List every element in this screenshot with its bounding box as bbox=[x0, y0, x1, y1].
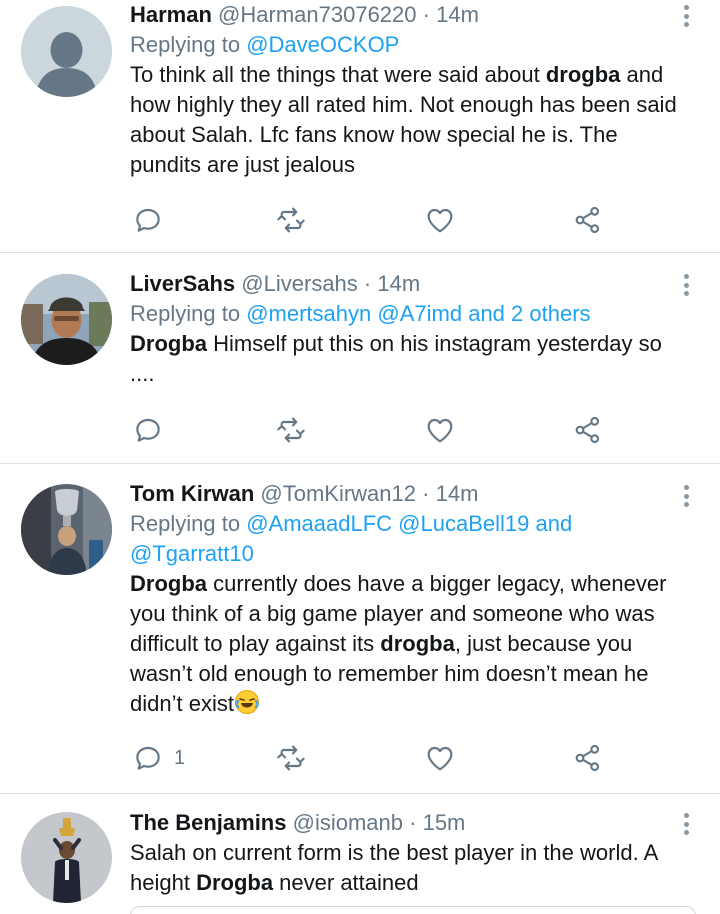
reply-button[interactable]: 1 bbox=[132, 741, 185, 775]
replying-label: Replying to bbox=[130, 301, 241, 326]
tweet-text: Drogba currently does have a bigger lega… bbox=[130, 569, 680, 719]
tweet[interactable]: The Benjamins @isiomanb · 15m Salah on c… bbox=[0, 794, 720, 914]
share-button[interactable] bbox=[572, 203, 604, 237]
avatar[interactable] bbox=[21, 484, 112, 575]
tweet-actions bbox=[130, 413, 610, 447]
tweet-actions bbox=[130, 203, 610, 237]
replying-to: Replying to @mertsahyn @A7imd and 2 othe… bbox=[130, 299, 680, 329]
timestamp[interactable]: 15m bbox=[423, 810, 466, 835]
reply-button[interactable] bbox=[132, 203, 174, 237]
mention-link[interactable]: @mertsahyn bbox=[246, 301, 371, 326]
highlight-keyword: Drogba bbox=[130, 571, 207, 596]
reply-count: 1 bbox=[174, 746, 186, 769]
highlight-keyword: Drogba bbox=[196, 870, 274, 895]
user-handle[interactable]: @TomKirwan12 bbox=[260, 481, 416, 506]
mention-link[interactable]: @Tgarratt10 bbox=[130, 541, 254, 566]
display-name[interactable]: The Benjamins bbox=[130, 810, 286, 835]
separator-dot: · bbox=[363, 271, 372, 296]
share-icon bbox=[575, 744, 600, 772]
avatar[interactable] bbox=[21, 274, 112, 365]
highlight-keyword: drogba bbox=[545, 62, 621, 87]
retweet-button[interactable] bbox=[275, 203, 307, 237]
like-icon bbox=[427, 418, 453, 443]
like-icon bbox=[427, 746, 453, 771]
highlight-keyword: drogba bbox=[380, 631, 455, 656]
display-name[interactable]: Harman bbox=[130, 2, 212, 27]
retweet-icon bbox=[277, 207, 305, 233]
laughing-emoji-icon bbox=[234, 690, 259, 714]
reply-icon bbox=[136, 746, 160, 770]
replying-label: Replying to bbox=[130, 511, 241, 536]
and-connector: and bbox=[535, 511, 573, 536]
like-button[interactable] bbox=[424, 741, 456, 775]
like-icon bbox=[427, 208, 453, 233]
timestamp[interactable]: 14m bbox=[436, 2, 479, 27]
text-segment: never attained bbox=[273, 870, 419, 895]
tweet[interactable]: Tom Kirwan @TomKirwan12 · 14m Replying t… bbox=[0, 464, 720, 794]
reply-icon bbox=[136, 208, 160, 232]
tweet-text: Salah on current form is the best player… bbox=[130, 838, 680, 898]
user-handle[interactable]: @isiomanb bbox=[293, 810, 403, 835]
tweet-actions: 1 bbox=[130, 741, 610, 775]
text-segment: To think all the things that were said a… bbox=[130, 62, 546, 87]
text-segment: Himself put this on his instagram yester… bbox=[130, 331, 662, 386]
retweet-button[interactable] bbox=[275, 741, 307, 775]
display-name[interactable]: Tom Kirwan bbox=[130, 481, 254, 506]
mention-link[interactable]: @LucaBell19 bbox=[398, 511, 529, 536]
user-handle[interactable]: @Harman73076220 bbox=[218, 2, 416, 27]
tweet[interactable]: LiverSahs @Liversahs · 14m Replying to @… bbox=[0, 253, 720, 464]
timestamp[interactable]: 14m bbox=[436, 481, 479, 506]
retweet-button[interactable] bbox=[275, 413, 307, 447]
tweet-text: To think all the things that were said a… bbox=[130, 60, 680, 180]
reply-button[interactable] bbox=[132, 413, 174, 447]
more-icon[interactable] bbox=[674, 812, 698, 836]
media-card-edge[interactable] bbox=[130, 906, 696, 914]
tweet-text: Drogba Himself put this on his instagram… bbox=[130, 329, 680, 389]
avatar[interactable] bbox=[21, 812, 112, 903]
share-icon bbox=[575, 206, 600, 234]
user-handle[interactable]: @Liversahs bbox=[241, 271, 358, 296]
mention-link[interactable]: @AmaaadLFC bbox=[246, 511, 392, 536]
display-name[interactable]: LiverSahs bbox=[130, 271, 235, 296]
separator-dot: · bbox=[422, 481, 430, 506]
retweet-icon bbox=[277, 417, 305, 443]
mention-link[interactable]: @A7imd bbox=[377, 301, 462, 326]
highlight-keyword: Drogba bbox=[130, 331, 207, 356]
timestamp[interactable]: 14m bbox=[377, 271, 420, 296]
tweet[interactable]: Harman @Harman73076220 · 14m Replying to… bbox=[0, 0, 720, 253]
mention-link[interactable]: @DaveOCKOP bbox=[246, 32, 399, 57]
others-link[interactable]: and 2 others bbox=[468, 301, 590, 326]
avatar[interactable] bbox=[21, 6, 112, 97]
replying-to: Replying to @DaveOCKOP bbox=[130, 30, 680, 60]
more-icon[interactable] bbox=[674, 273, 698, 297]
replying-label: Replying to bbox=[130, 32, 241, 57]
separator-dot: · bbox=[409, 810, 417, 835]
like-button[interactable] bbox=[424, 203, 456, 237]
more-icon[interactable] bbox=[674, 4, 698, 28]
retweet-icon bbox=[277, 745, 305, 771]
more-icon[interactable] bbox=[674, 484, 698, 508]
separator-dot: · bbox=[422, 2, 430, 27]
reply-icon bbox=[136, 418, 160, 442]
share-icon bbox=[575, 416, 600, 444]
share-button[interactable] bbox=[572, 741, 604, 775]
like-button[interactable] bbox=[424, 413, 456, 447]
replying-to: Replying to @AmaaadLFC @LucaBell19 and @… bbox=[130, 509, 680, 569]
share-button[interactable] bbox=[572, 413, 604, 447]
